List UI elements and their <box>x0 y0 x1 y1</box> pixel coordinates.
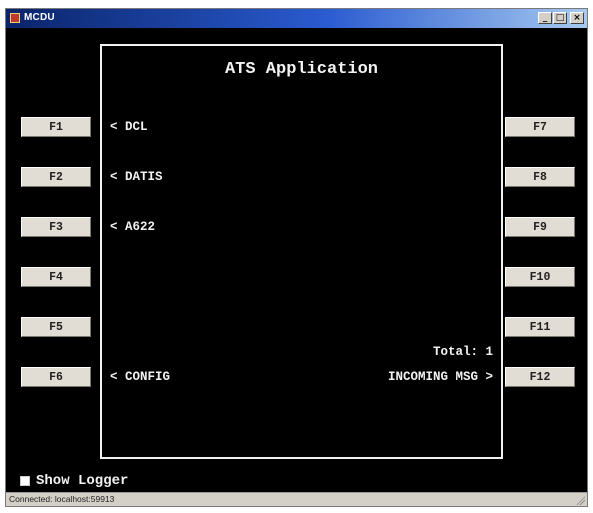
maximize-button[interactable]: □ <box>553 12 567 24</box>
f5-key[interactable]: F5 <box>21 317 91 337</box>
f11-key[interactable]: F11 <box>505 317 575 337</box>
status-bar: Connected: localhost:59913 <box>6 492 587 506</box>
line-select-incoming-msg: INCOMING MSG > <box>387 370 493 384</box>
show-logger-checkbox[interactable] <box>20 476 30 486</box>
mcdu-panel: F1 F2 F3 F4 F5 F6 F7 F8 F9 F10 F11 F12 A… <box>6 28 587 493</box>
show-logger-toggle[interactable]: Show Logger <box>20 473 128 489</box>
f7-key[interactable]: F7 <box>505 117 575 137</box>
f12-key[interactable]: F12 <box>505 367 575 387</box>
line-select-a622: < A622 <box>110 220 156 234</box>
title-bar[interactable]: MCDU _ □ × <box>6 9 587 28</box>
f3-key[interactable]: F3 <box>21 217 91 237</box>
f8-key[interactable]: F8 <box>505 167 575 187</box>
f6-key[interactable]: F6 <box>21 367 91 387</box>
minimize-button[interactable]: _ <box>538 12 552 24</box>
f10-key[interactable]: F10 <box>505 267 575 287</box>
line-select-dcl: < DCL <box>110 120 148 134</box>
f9-key[interactable]: F9 <box>505 217 575 237</box>
show-logger-label: Show Logger <box>36 473 129 489</box>
f4-key[interactable]: F4 <box>21 267 91 287</box>
f2-key[interactable]: F2 <box>21 167 91 187</box>
f1-key[interactable]: F1 <box>21 117 91 137</box>
connection-status: Connected: localhost:59913 <box>9 494 115 504</box>
resize-grip-icon[interactable] <box>575 495 585 505</box>
window-controls: _ □ × <box>538 12 584 24</box>
line-select-datis: < DATIS <box>110 170 163 184</box>
close-button[interactable]: × <box>570 12 584 24</box>
line-select-config: < CONFIG <box>110 370 171 384</box>
total-count: Total: 1 <box>432 345 493 359</box>
window-title: MCDU <box>24 12 55 23</box>
app-icon <box>10 13 20 23</box>
mcdu-window: MCDU _ □ × F1 F2 F3 F4 F5 F6 F7 F8 F9 F1… <box>5 8 588 507</box>
mcdu-display: ATS Application < DCL < DATIS < A622 Tot… <box>100 44 503 459</box>
page-title: ATS Application <box>224 60 379 79</box>
